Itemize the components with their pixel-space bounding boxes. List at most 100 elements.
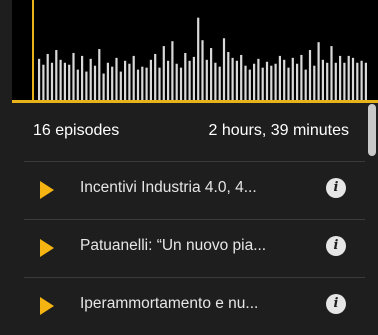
- waveform-bar: [175, 63, 178, 100]
- episode-list: Incentivi Industria 4.0, 4... i Patuanel…: [0, 161, 378, 335]
- waveform-bar: [59, 59, 62, 100]
- waveform-bar: [184, 52, 187, 100]
- waveform-bar: [85, 71, 88, 100]
- waveform-bar: [201, 40, 204, 100]
- waveform-bar: [296, 63, 299, 100]
- waveform-bar: [364, 62, 367, 100]
- waveform-bar: [188, 60, 191, 100]
- waveform-bar: [227, 51, 230, 100]
- waveform-bar: [158, 67, 161, 100]
- episode-title[interactable]: Iperammortamento e nu...: [80, 295, 316, 313]
- waveform-bar: [128, 63, 131, 100]
- waveform-bar: [321, 59, 324, 100]
- episode-title[interactable]: Incentivi Industria 4.0, 4...: [80, 179, 316, 197]
- waveform-bar: [149, 59, 152, 100]
- divider: [24, 277, 365, 278]
- waveform-bar: [339, 55, 342, 100]
- waveform-bar: [244, 65, 247, 100]
- waveform-bar: [89, 58, 92, 100]
- waveform-bar: [326, 62, 329, 100]
- episode-row[interactable]: Patuanelli: “Un nuovo pia... i: [0, 219, 378, 277]
- divider: [24, 161, 365, 162]
- waveform-bar: [72, 52, 75, 100]
- waveform-bar: [46, 53, 49, 100]
- waveform-bar: [360, 60, 363, 100]
- episode-summary: 16 episodes 2 hours, 39 minutes: [0, 103, 378, 159]
- waveform-bar: [141, 66, 144, 100]
- play-icon[interactable]: [40, 181, 54, 199]
- waveform-bar: [231, 57, 234, 100]
- waveform-bar: [192, 56, 195, 100]
- waveform-bar: [102, 73, 105, 100]
- waveform-bar: [167, 60, 170, 100]
- play-icon[interactable]: [40, 297, 54, 315]
- waveform-bar: [210, 48, 213, 100]
- waveform-bar: [68, 64, 71, 100]
- episode-row[interactable]: Incentivi Industria 4.0, 4... i: [0, 161, 378, 219]
- playhead[interactable]: [32, 0, 34, 102]
- info-icon[interactable]: i: [326, 294, 346, 314]
- waveform-bar: [278, 55, 281, 100]
- waveform-bar: [132, 55, 135, 100]
- waveform-bar: [63, 62, 66, 100]
- waveform-bar: [240, 54, 243, 100]
- waveform-bar: [313, 65, 316, 100]
- waveform-bar: [119, 71, 122, 100]
- waveform-bar: [283, 59, 286, 100]
- waveform-bar: [205, 59, 208, 100]
- waveform-bar: [42, 64, 45, 100]
- waveform-bar: [111, 66, 114, 100]
- waveform-bar: [356, 62, 359, 100]
- waveform-bars: [38, 17, 367, 100]
- episode-row[interactable]: Iperammortamento e nu... i: [0, 277, 378, 335]
- waveform-bar: [154, 53, 157, 100]
- waveform-bar: [171, 41, 174, 100]
- waveform-bar: [300, 54, 303, 100]
- waveform-bar: [235, 60, 238, 100]
- total-duration: 2 hours, 39 minutes: [208, 122, 349, 139]
- waveform-bar: [93, 65, 97, 100]
- waveform-bar: [257, 58, 260, 100]
- scrollbar[interactable]: [368, 104, 376, 156]
- waveform-bar: [81, 55, 84, 100]
- waveform-bar: [214, 62, 217, 100]
- podcast-player: 16 episodes 2 hours, 39 minutes Incentiv…: [0, 0, 378, 335]
- waveform-bar: [253, 63, 256, 100]
- waveform-bar: [304, 69, 307, 100]
- play-icon[interactable]: [40, 239, 54, 257]
- waveform-bar: [76, 69, 79, 100]
- waveform-bar: [162, 46, 165, 100]
- waveform-bar: [179, 67, 183, 100]
- waveform-bar: [343, 62, 346, 100]
- waveform-bar: [136, 69, 140, 100]
- waveform-bar: [334, 62, 337, 100]
- waveform-bar: [98, 49, 101, 100]
- waveform-bar: [145, 67, 148, 100]
- episode-title[interactable]: Patuanelli: “Un nuovo pia...: [80, 237, 316, 255]
- waveform-bar: [308, 50, 312, 100]
- waveform-bar: [274, 63, 277, 100]
- waveform-bar: [265, 61, 269, 100]
- info-icon[interactable]: i: [326, 236, 346, 256]
- waveform-bar: [248, 69, 251, 100]
- waveform-bar: [351, 57, 355, 100]
- waveform-bar: [330, 46, 333, 100]
- waveform[interactable]: [12, 0, 378, 102]
- waveform-bar: [115, 57, 118, 100]
- waveform-bar: [347, 55, 350, 100]
- waveform-bar: [287, 67, 290, 100]
- waveform-bar: [218, 66, 221, 100]
- waveform-bar: [38, 58, 41, 100]
- waveform-bar: [270, 65, 273, 100]
- episode-count: 16 episodes: [33, 122, 120, 139]
- waveform-bar: [291, 57, 294, 100]
- waveform-bar: [50, 62, 54, 100]
- waveform-bar: [222, 38, 226, 100]
- info-icon[interactable]: i: [326, 178, 346, 198]
- waveform-bar: [106, 62, 109, 100]
- waveform-bar: [197, 17, 200, 100]
- divider: [24, 219, 365, 220]
- waveform-bar: [317, 42, 320, 100]
- waveform-bar: [55, 50, 58, 100]
- waveform-bar: [124, 60, 127, 100]
